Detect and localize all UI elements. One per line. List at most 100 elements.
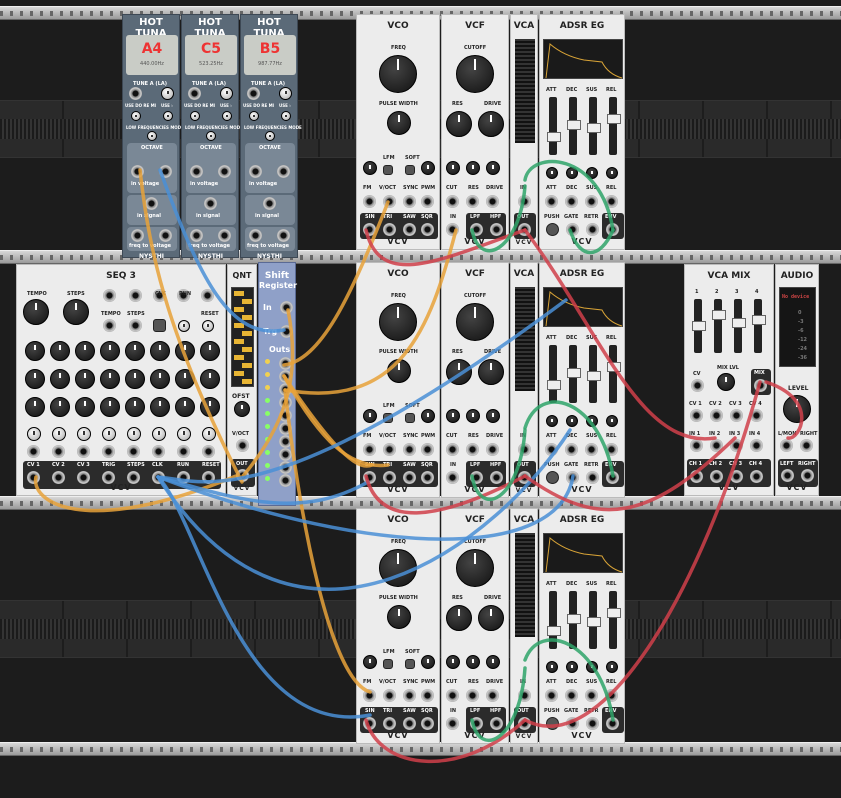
vcf-jack[interactable]: [490, 471, 503, 484]
f2v-output[interactable]: [131, 229, 144, 242]
qnt-note-key[interactable]: [234, 355, 244, 360]
step-knob[interactable]: [125, 397, 145, 417]
sr-output-jack[interactable]: [279, 383, 292, 396]
vco-output-jack[interactable]: [363, 717, 376, 730]
vcf-cv-input[interactable]: [486, 195, 499, 208]
step-gate-button[interactable]: [52, 427, 66, 441]
step-gate-output[interactable]: [102, 445, 115, 458]
vco-input-jack[interactable]: [363, 195, 376, 208]
vco-input-jack[interactable]: [383, 443, 396, 456]
vco-input-jack[interactable]: [421, 443, 434, 456]
qnt-note-key[interactable]: [234, 307, 244, 312]
step-knob[interactable]: [175, 341, 195, 361]
steps-knob[interactable]: [63, 299, 89, 325]
signal-input[interactable]: [145, 197, 158, 210]
octave-output[interactable]: [249, 165, 262, 178]
audio-left-jack[interactable]: [781, 469, 794, 482]
lfm-button[interactable]: [265, 131, 275, 141]
sr-output-jack[interactable]: [279, 396, 292, 409]
tune-input[interactable]: [129, 87, 142, 100]
vco-input-jack[interactable]: [403, 443, 416, 456]
qnt-note-key[interactable]: [234, 291, 244, 296]
vco-input-jack[interactable]: [421, 195, 434, 208]
vco-freq-knob[interactable]: [379, 303, 417, 341]
vca-out-jack[interactable]: [518, 223, 531, 236]
adsr-jack[interactable]: [606, 717, 619, 730]
step-knob[interactable]: [75, 369, 95, 389]
vco-output-jack[interactable]: [383, 471, 396, 484]
vcf-atten-knob[interactable]: [466, 655, 480, 669]
steps-cv-input[interactable]: [129, 319, 142, 332]
dec-cv-input[interactable]: [565, 689, 578, 702]
dec-cv-knob[interactable]: [566, 167, 578, 179]
adsr-jack[interactable]: [586, 717, 599, 730]
step-gate-button[interactable]: [202, 427, 216, 441]
clk-button[interactable]: [153, 319, 166, 332]
cutoff-knob[interactable]: [456, 549, 494, 587]
mix-level-knob[interactable]: [717, 373, 735, 391]
step-gate-button[interactable]: [27, 427, 41, 441]
sr-in-jack[interactable]: [280, 301, 293, 314]
step-knob[interactable]: [50, 369, 70, 389]
adsr-jack[interactable]: [566, 717, 579, 730]
sr-output-jack[interactable]: [279, 409, 292, 422]
vcf-jack[interactable]: [446, 471, 459, 484]
sr-output-jack[interactable]: [279, 422, 292, 435]
step-knob[interactable]: [25, 369, 45, 389]
channel-cv-input[interactable]: [750, 409, 763, 422]
vcf-atten-knob[interactable]: [486, 655, 500, 669]
att-cv-input[interactable]: [545, 443, 558, 456]
vca-in-jack[interactable]: [518, 689, 531, 702]
channel-level-slider[interactable]: [752, 299, 766, 353]
qnt-note-key[interactable]: [242, 363, 252, 368]
adsr-jack[interactable]: [566, 223, 579, 236]
vcf-cv-input[interactable]: [446, 689, 459, 702]
push-button[interactable]: [546, 717, 559, 730]
channel-output[interactable]: [690, 470, 703, 483]
res-knob[interactable]: [446, 359, 472, 385]
pwm-knob[interactable]: [421, 161, 435, 175]
vco-input-jack[interactable]: [383, 689, 396, 702]
step-gate-button[interactable]: [102, 427, 116, 441]
channel-input[interactable]: [750, 439, 763, 452]
sr-output-jack[interactable]: [279, 370, 292, 383]
vca-in-jack[interactable]: [518, 443, 531, 456]
channel-input[interactable]: [710, 439, 723, 452]
mix-cv-input[interactable]: [691, 379, 704, 392]
sus-cv-knob[interactable]: [586, 167, 598, 179]
sus-cv-knob[interactable]: [586, 661, 598, 673]
audio-device-display[interactable]: No device 0 -3 -6 -12 -24 -36: [779, 287, 816, 367]
lfm-switch[interactable]: [383, 659, 393, 669]
reset-input[interactable]: [201, 289, 214, 302]
vco-output-jack[interactable]: [421, 223, 434, 236]
vcf-atten-knob[interactable]: [466, 161, 480, 175]
att-slider[interactable]: [547, 97, 561, 155]
step-knob[interactable]: [50, 341, 70, 361]
sr-output-jack[interactable]: [279, 474, 292, 487]
do-re-mi-button[interactable]: [190, 111, 200, 121]
att-cv-input[interactable]: [545, 195, 558, 208]
qnt-note-key[interactable]: [242, 379, 252, 384]
dec-cv-knob[interactable]: [566, 415, 578, 427]
vcf-cv-input[interactable]: [466, 195, 479, 208]
octave-cv-output[interactable]: [159, 165, 172, 178]
sus-cv-knob[interactable]: [586, 415, 598, 427]
channel-cv-input[interactable]: [690, 409, 703, 422]
vco-input-jack[interactable]: [363, 443, 376, 456]
rel-cv-knob[interactable]: [606, 167, 618, 179]
sus-cv-input[interactable]: [585, 689, 598, 702]
vco-output-jack[interactable]: [421, 717, 434, 730]
qnt-note-key[interactable]: [234, 323, 244, 328]
lfm-switch[interactable]: [383, 413, 393, 423]
vco-freq-knob[interactable]: [379, 549, 417, 587]
soft-switch[interactable]: [405, 659, 415, 669]
step-gate-output[interactable]: [152, 445, 165, 458]
step-gate-output[interactable]: [27, 445, 40, 458]
sus-slider[interactable]: [587, 345, 601, 403]
step-knob[interactable]: [100, 369, 120, 389]
audio-right-jack[interactable]: [801, 469, 814, 482]
vca-out-jack[interactable]: [518, 471, 531, 484]
vcf-jack[interactable]: [470, 471, 483, 484]
soft-switch[interactable]: [405, 165, 415, 175]
step-gate-output[interactable]: [127, 445, 140, 458]
